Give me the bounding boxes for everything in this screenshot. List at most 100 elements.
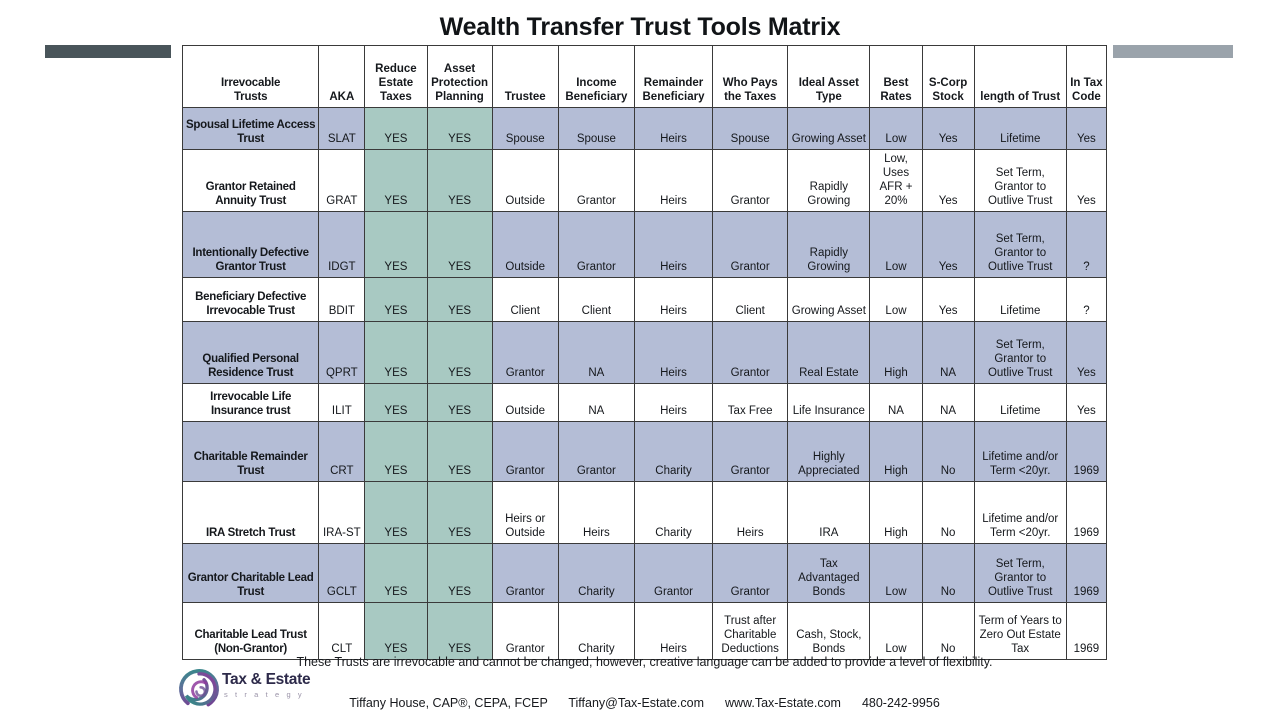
cell-reduce: YES — [364, 149, 428, 212]
column-header-taxcode: In Tax Code — [1065, 45, 1108, 108]
cell-income: Client — [557, 277, 635, 322]
cell-protect: YES — [426, 421, 493, 482]
cell-reduce: YES — [364, 543, 428, 603]
cell-asset: Tax Advantaged Bonds — [787, 543, 871, 603]
cell-name: Grantor Retained Annuity Trust — [181, 149, 320, 212]
contact-phone: 480-242-9956 — [861, 696, 940, 710]
cell-rates: Low — [869, 602, 923, 660]
cell-rates: High — [869, 481, 923, 544]
cell-taxcode: Yes — [1065, 321, 1108, 384]
cell-remainder: Heirs — [633, 321, 714, 384]
table-row: Charitable Remainder Trust CRT YES YES Grant… — [181, 421, 1108, 482]
cell-length: Term of Years to Zero Out Estate Tax — [973, 602, 1067, 660]
cell-reduce: YES — [364, 602, 428, 660]
cell-trustee: Grantor — [491, 421, 559, 482]
matrix-header: Irrevocable Trusts AKA Reduce Estate Taxes Ass… — [181, 45, 1108, 108]
decorative-bar-right — [1113, 45, 1233, 58]
cell-length: Lifetime and/or Term <20yr. — [973, 421, 1067, 482]
cell-reduce: YES — [364, 107, 428, 150]
cell-taxcode: Yes — [1065, 107, 1108, 150]
decorative-bar-left — [45, 45, 171, 58]
column-header-protect: Asset Protection Planning — [426, 45, 493, 108]
column-header-income: Income Beneficiary — [557, 45, 635, 108]
cell-scorp: No — [921, 543, 975, 603]
cell-whopays: Grantor — [712, 149, 789, 212]
cell-taxcode: Yes — [1065, 149, 1108, 212]
cell-protect: YES — [426, 149, 493, 212]
matrix-body: Spousal Lifetime Access Trust SLAT YES YES S… — [181, 107, 1108, 660]
cell-income: Spouse — [557, 107, 635, 150]
cell-asset: Highly Appreciated — [787, 421, 871, 482]
table-row: Qualified Personal Residence Trust QPRT YE… — [181, 321, 1108, 384]
cell-trustee: Heirs or Outside — [491, 481, 559, 544]
cell-aka: IDGT — [318, 211, 366, 278]
cell-scorp: NA — [921, 383, 975, 422]
cell-remainder: Heirs — [633, 211, 714, 278]
cell-taxcode: 1969 — [1065, 481, 1108, 544]
cell-trustee: Grantor — [491, 543, 559, 603]
cell-remainder: Charity — [633, 481, 714, 544]
table-row: Grantor Retained Annuity Trust GRAT YES YES… — [181, 149, 1108, 212]
cell-aka: BDIT — [318, 277, 366, 322]
cell-whopays: Grantor — [712, 421, 789, 482]
cell-trustee: Grantor — [491, 321, 559, 384]
cell-whopays: Grantor — [712, 211, 789, 278]
cell-aka: GRAT — [318, 149, 366, 212]
cell-reduce: YES — [364, 481, 428, 544]
cell-taxcode: Yes — [1065, 383, 1108, 422]
cell-scorp: No — [921, 481, 975, 544]
logo-subtitle: s t r a t e g y — [224, 689, 305, 699]
cell-name: Grantor Charitable Lead Trust — [181, 543, 320, 603]
cell-aka: IRA-ST — [318, 481, 366, 544]
cell-protect: YES — [426, 321, 493, 384]
cell-asset: Cash, Stock, Bonds — [787, 602, 871, 660]
cell-scorp: NA — [921, 321, 975, 384]
cell-reduce: YES — [364, 277, 428, 322]
page-title: Wealth Transfer Trust Tools Matrix — [439, 13, 841, 41]
contact-email[interactable]: Tiffany@Tax-Estate.com — [568, 696, 704, 710]
cell-rates: Low — [869, 107, 923, 150]
cell-taxcode: 1969 — [1065, 421, 1108, 482]
table-row: Irrevocable Life Insurance trust ILIT YES Y… — [181, 383, 1108, 422]
cell-protect: YES — [426, 602, 493, 660]
cell-remainder: Grantor — [633, 543, 714, 603]
cell-asset: Growing Asset — [787, 107, 871, 150]
matrix-header-row: Irrevocable Trusts AKA Reduce Estate Taxes Ass… — [181, 45, 1108, 108]
contact-website[interactable]: www.Tax-Estate.com — [725, 696, 841, 710]
cell-income: NA — [557, 321, 635, 384]
brand-logo: Tax & Estate s t r a t e g y — [178, 666, 326, 712]
cell-name: Charitable Remainder Trust — [181, 421, 320, 482]
cell-whopays: Spouse — [712, 107, 789, 150]
cell-whopays: Client — [712, 277, 789, 322]
cell-asset: Life Insurance — [787, 383, 871, 422]
cell-income: Grantor — [557, 421, 635, 482]
cell-protect: YES — [426, 383, 493, 422]
cell-reduce: YES — [364, 321, 428, 384]
cell-trustee: Outside — [491, 383, 559, 422]
cell-reduce: YES — [364, 383, 428, 422]
cell-scorp: Yes — [921, 149, 975, 212]
cell-length: Lifetime — [973, 107, 1067, 150]
cell-aka: QPRT — [318, 321, 366, 384]
cell-taxcode: 1969 — [1065, 602, 1108, 660]
cell-rates: NA — [869, 383, 923, 422]
cell-income: Grantor — [557, 211, 635, 278]
cell-rates: Low — [869, 277, 923, 322]
cell-asset: Rapidly Growing — [787, 211, 871, 278]
cell-income: Charity — [557, 602, 635, 660]
cell-whopays: Grantor — [712, 321, 789, 384]
cell-name: Beneficiary Defective Irrevocable Trust — [181, 277, 320, 322]
cell-asset: Growing Asset — [787, 277, 871, 322]
cell-length: Set Term, Grantor to Outlive Trust — [973, 543, 1067, 603]
cell-trustee: Grantor — [491, 602, 559, 660]
cell-whopays: Trust after Charitable Deductions — [712, 602, 789, 660]
cell-taxcode: ? — [1065, 211, 1108, 278]
cell-length: Set Term, Grantor to Outlive Trust — [973, 321, 1067, 384]
cell-name: IRA Stretch Trust — [181, 481, 320, 544]
cell-asset: IRA — [787, 481, 871, 544]
table-row: Intentionally Defective Grantor Trust IDG… — [181, 211, 1108, 278]
cell-whopays: Tax Free — [712, 383, 789, 422]
table-row: Charitable Lead Trust (Non-Grantor) CLT YE… — [181, 602, 1108, 660]
cell-scorp: No — [921, 421, 975, 482]
cell-aka: GCLT — [318, 543, 366, 603]
